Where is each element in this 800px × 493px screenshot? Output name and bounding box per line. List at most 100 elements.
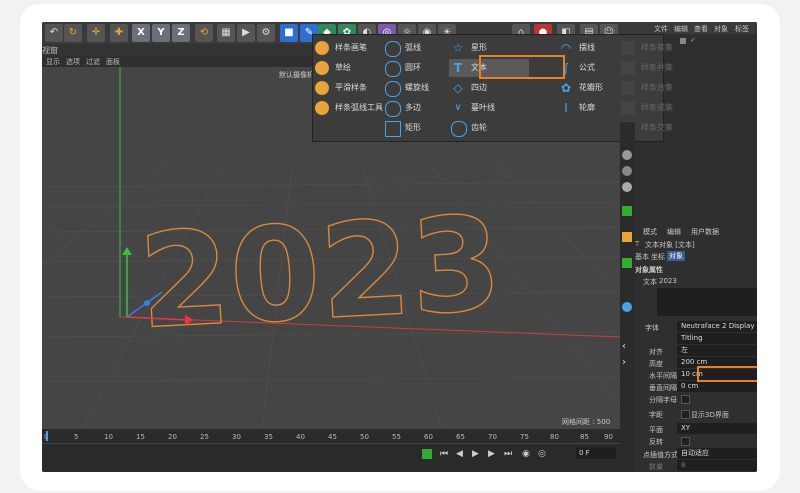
cissoid-icon: ∨ <box>454 102 462 113</box>
align-select[interactable]: 左 <box>677 345 757 356</box>
font-label: 字体 <box>645 324 659 332</box>
vspacing-input[interactable]: 0 cm <box>677 381 757 392</box>
sphere-icon[interactable] <box>622 166 632 176</box>
render-settings-icon[interactable]: ⚙ <box>257 24 275 42</box>
spline-subtract-item[interactable]: 样条差集 <box>619 39 673 57</box>
polygon-icon <box>385 101 401 117</box>
render-region-icon[interactable]: ▦ <box>217 24 235 42</box>
spline-arc-item[interactable]: 样条弧线工具 <box>313 99 383 117</box>
polygon-item[interactable]: 多边 <box>383 99 447 117</box>
font-style-select[interactable]: Titling <box>677 333 757 344</box>
axis-x-button[interactable]: X <box>132 24 150 42</box>
subtab-object[interactable]: 对象 <box>667 251 685 261</box>
subtab-coord[interactable]: 坐标 <box>651 252 665 262</box>
rectangle-item[interactable]: 矩形 <box>383 119 447 137</box>
cube-icon[interactable]: ■ <box>280 24 298 42</box>
attr-tab-userdata[interactable]: 用户数据 <box>691 227 719 237</box>
tick-label: 90 <box>604 433 613 441</box>
helix-icon <box>385 81 401 97</box>
text-area[interactable] <box>657 288 757 316</box>
play-icon[interactable]: ▶ <box>472 449 479 459</box>
hspacing-highlight <box>697 366 757 382</box>
timeline[interactable]: 0 5 10 15 20 25 30 35 40 45 50 55 60 65 … <box>42 429 620 472</box>
check-icon[interactable]: ✓ <box>690 36 696 44</box>
kerning-checkbox[interactable] <box>681 395 690 404</box>
count-input[interactable]: 8 <box>677 460 757 471</box>
last-frame-icon[interactable]: ⏭ <box>504 449 512 459</box>
text-item-highlight <box>479 55 565 79</box>
tick-label: 5 <box>74 433 79 441</box>
helix-item[interactable]: 螺旋线 <box>383 79 447 97</box>
arc-item[interactable]: 弧线 <box>383 39 447 57</box>
axis-y-button[interactable]: Y <box>152 24 170 42</box>
viewport-menu: 显示 选项 过滤 面板 <box>42 56 312 67</box>
tick-label: 10 <box>104 433 113 441</box>
pen-tool-item[interactable]: 样条画笔 <box>313 39 379 57</box>
attr-tab-edit[interactable]: 编辑 <box>667 227 681 237</box>
spline-union-item[interactable]: 样条并集 <box>619 59 673 77</box>
nav-right-icon[interactable]: › <box>622 358 632 368</box>
union-icon <box>621 61 635 75</box>
flower-item[interactable]: ✿ 花瓣形 <box>557 79 615 97</box>
reverse-checkbox[interactable] <box>681 437 690 446</box>
profile-icon: I <box>564 101 568 115</box>
pen-icon <box>315 41 329 55</box>
tick-label: 15 <box>136 433 145 441</box>
keyframe-icon[interactable] <box>422 449 432 459</box>
circle-item[interactable]: 圆环 <box>383 59 447 77</box>
camera-label[interactable]: 默认摄像机 <box>279 70 314 80</box>
attr-tab-mode[interactable]: 模式 <box>643 227 657 237</box>
next-frame-icon[interactable]: ▶ <box>488 449 495 459</box>
axis-z-button[interactable]: Z <box>172 24 190 42</box>
menu-filter[interactable]: 过滤 <box>86 57 100 67</box>
menu-panel[interactable]: 面板 <box>106 57 120 67</box>
sketch-item[interactable]: 草绘 <box>313 59 379 77</box>
sphere-icon[interactable] <box>622 182 632 192</box>
autokey-icon[interactable]: ◎ <box>538 449 546 459</box>
menu-edit[interactable]: 编辑 <box>674 24 688 34</box>
menu-tags[interactable]: 标签 <box>735 24 749 34</box>
spline-and-item[interactable]: 样条合集 <box>619 79 673 97</box>
coordinate-system-icon[interactable]: ⟲ <box>195 24 213 42</box>
subtab-basic[interactable]: 基本 <box>635 252 649 262</box>
frame-input[interactable]: 0 F <box>576 447 616 459</box>
text-value[interactable]: 2023 <box>659 277 677 285</box>
undo-icon[interactable]: ↶ <box>45 24 63 42</box>
spline-or-item[interactable]: 样条或集 <box>619 99 673 117</box>
render-view-icon[interactable]: ▶ <box>237 24 255 42</box>
interp-select[interactable]: 自动适应 <box>677 448 757 459</box>
plane-select[interactable]: XY <box>677 423 757 434</box>
shading-icon[interactable] <box>622 302 632 312</box>
font-select[interactable]: Neutraface 2 Display Titl <box>677 321 757 341</box>
prev-frame-icon[interactable]: ◀ <box>456 449 463 459</box>
mograph-icon[interactable] <box>622 232 632 242</box>
landscape-icon[interactable] <box>622 258 632 268</box>
profile-item[interactable]: I 轮廓 <box>557 99 615 117</box>
menu-object[interactable]: 对象 <box>714 24 728 34</box>
tick-label: 85 <box>580 433 589 441</box>
visibility-icon[interactable] <box>680 38 686 44</box>
menu-file[interactable]: 文件 <box>654 24 668 34</box>
show3d-checkbox[interactable] <box>681 410 690 419</box>
record-key-icon[interactable]: ◉ <box>522 449 530 459</box>
sphere-icon[interactable] <box>622 150 632 160</box>
menu-display[interactable]: 显示 <box>46 57 60 67</box>
gear-item[interactable]: 齿轮 <box>449 119 515 137</box>
tick-label: 50 <box>360 433 369 441</box>
smooth-spline-item[interactable]: 平滑样条 <box>313 79 379 97</box>
playhead[interactable] <box>46 431 48 441</box>
cycloid-item[interactable]: ◠ 摆线 <box>557 39 615 57</box>
menu-options[interactable]: 选项 <box>66 57 80 67</box>
tree-icon[interactable] <box>622 206 632 216</box>
timeline-ruler[interactable]: 0 5 10 15 20 25 30 35 40 45 50 55 60 65 … <box>42 429 620 444</box>
redo-icon[interactable]: ↻ <box>64 24 82 42</box>
dropdown-col-2: 弧线 圆环 螺旋线 多边 矩形 <box>383 35 449 141</box>
nav-left-icon[interactable]: ‹ <box>622 342 632 352</box>
formula-item[interactable]: ∫ 公式 <box>557 59 615 77</box>
four-side-item[interactable]: ◇ 四边 <box>449 79 515 97</box>
move-icon[interactable]: ✛ <box>87 24 105 42</box>
scale-icon[interactable]: ✚ <box>110 24 128 42</box>
cissoid-item[interactable]: ∨ 蔓叶线 <box>449 99 515 117</box>
menu-view[interactable]: 查看 <box>694 24 708 34</box>
first-frame-icon[interactable]: ⏮ <box>440 449 448 459</box>
